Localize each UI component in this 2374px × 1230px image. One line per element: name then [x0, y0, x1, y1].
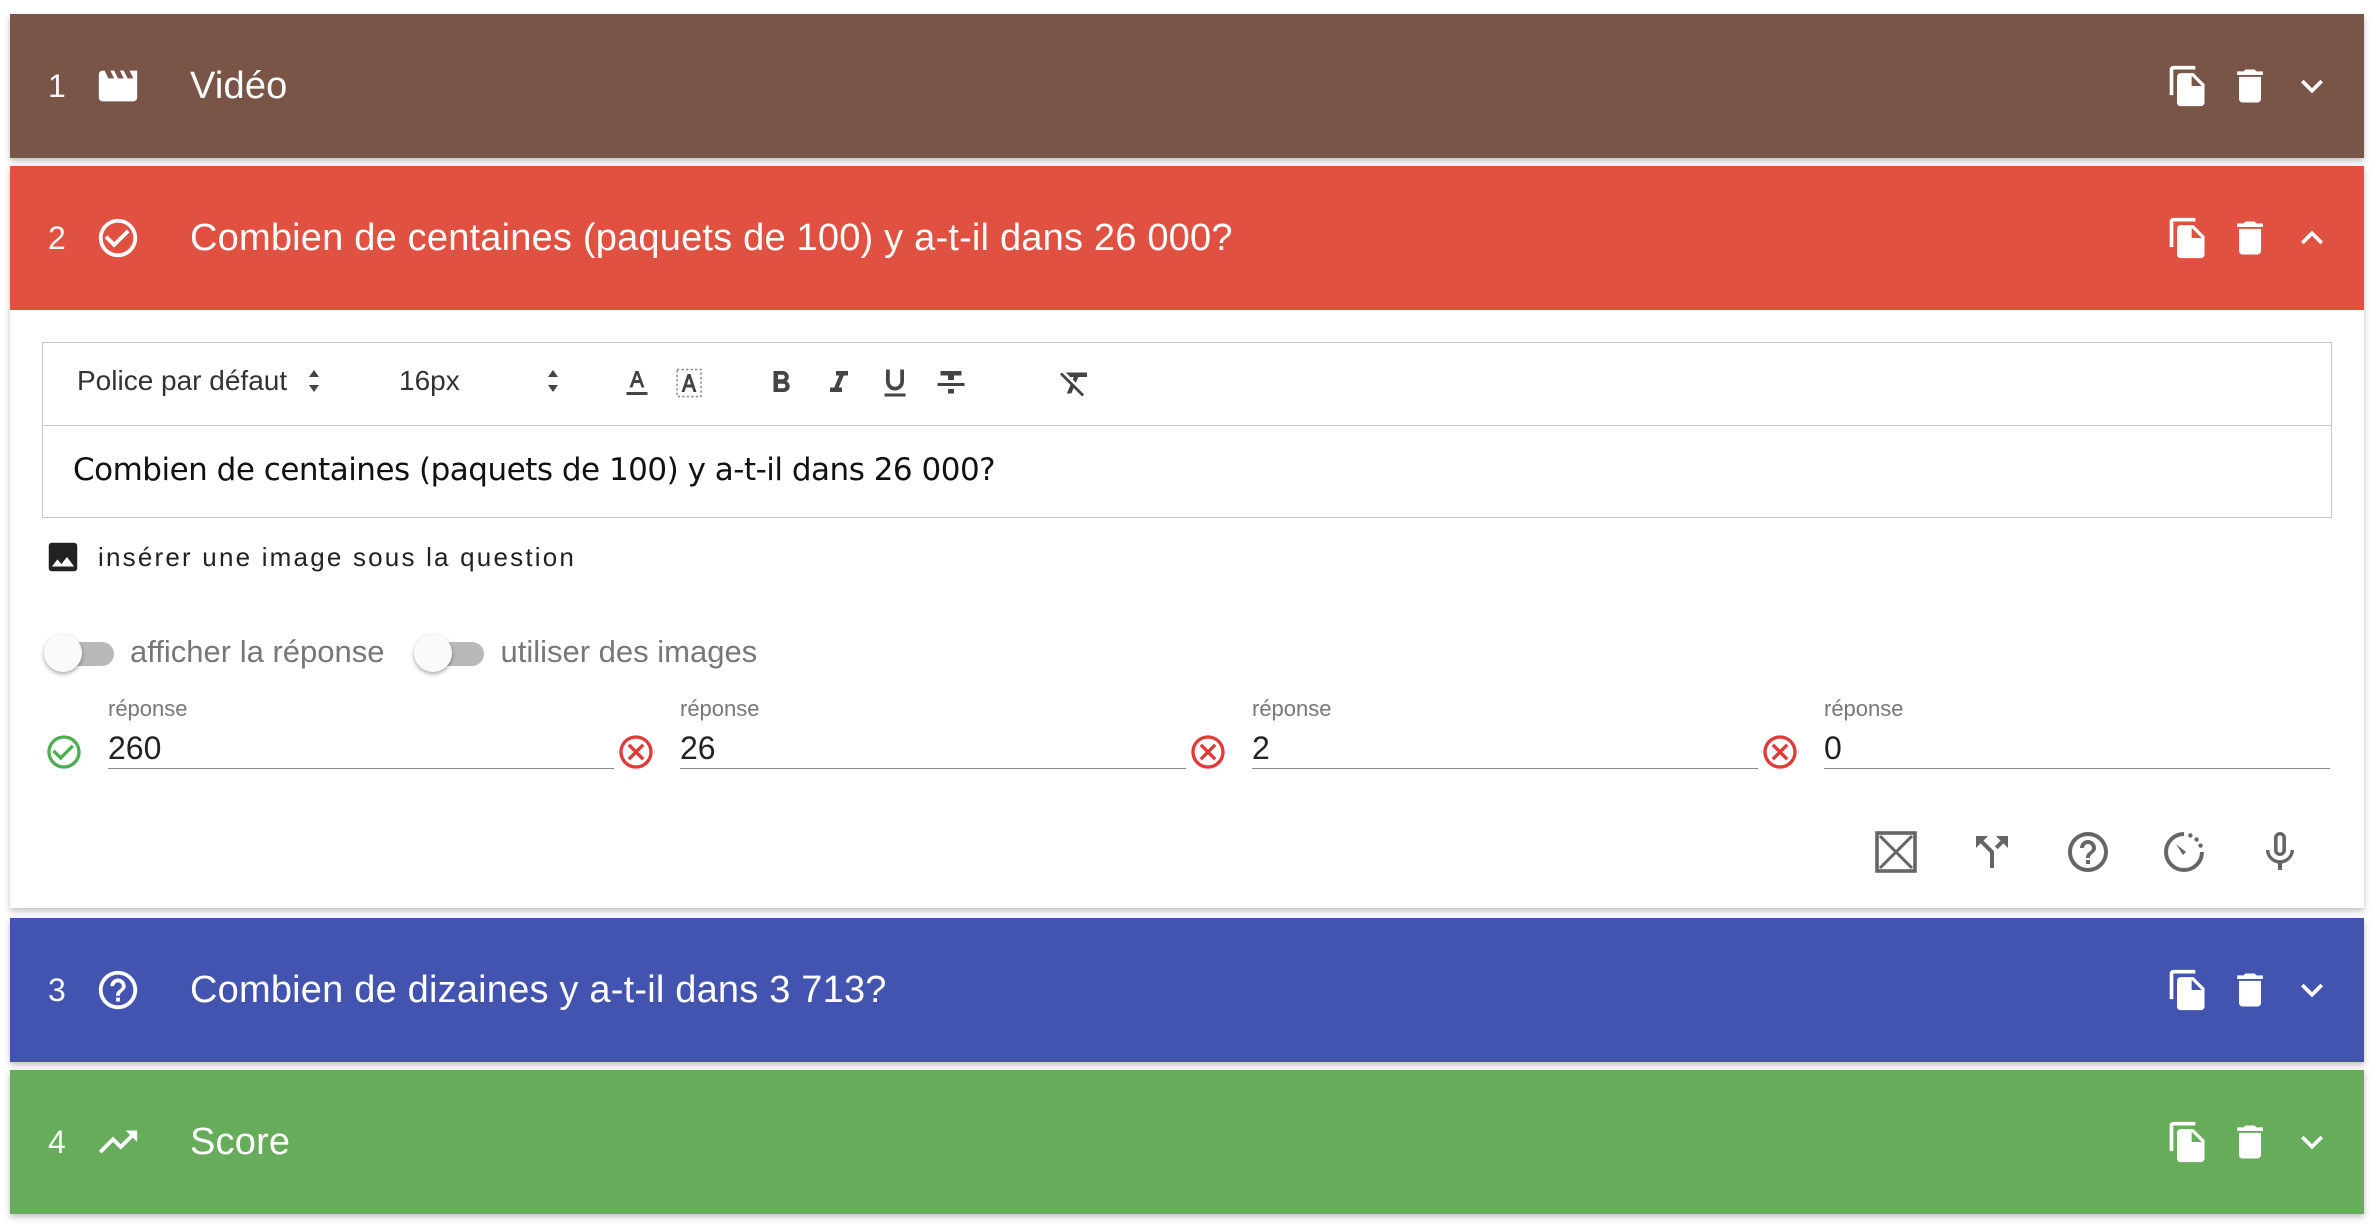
highlight-color-icon[interactable]: [669, 361, 709, 405]
use-images-label: utiliser des images: [500, 634, 758, 669]
step-number: 1: [48, 67, 66, 104]
answer-label: réponse: [1824, 696, 1904, 721]
clear-format-icon[interactable]: [1055, 361, 1095, 405]
cancel-circle-icon[interactable]: [616, 732, 656, 772]
cancel-circle-icon[interactable]: [1188, 732, 1228, 772]
insert-image-label: insérer une image sous la question: [98, 541, 577, 572]
branch-icon[interactable]: [1968, 828, 2016, 876]
select-caret-icon: [309, 370, 320, 392]
step-panel-score: 4 Score: [10, 1070, 2364, 1214]
chevron-down-icon[interactable]: [2290, 968, 2334, 1012]
strikethrough-icon[interactable]: [931, 361, 971, 405]
step-panel-question-3: 3 Combien de dizaines y a-t-il dans 3 71…: [10, 918, 2364, 1062]
answer-label: réponse: [108, 696, 188, 721]
panel-header[interactable]: 3 Combien de dizaines y a-t-il dans 3 71…: [10, 918, 2364, 1062]
chevron-down-icon[interactable]: [2290, 64, 2334, 108]
panel-title: Vidéo: [190, 64, 288, 107]
step-panel-question-2: 2 Combien de centaines (paquets de 100) …: [10, 166, 2364, 908]
insert-image-button[interactable]: insérer une image sous la question: [44, 538, 576, 576]
answer-label: réponse: [680, 696, 760, 721]
copy-icon[interactable]: [2166, 216, 2210, 260]
step-number: 2: [48, 219, 66, 256]
editor-content[interactable]: Combien de centaines (paquets de 100) y …: [43, 426, 2331, 514]
copy-icon[interactable]: [2166, 1120, 2210, 1164]
panel-header[interactable]: 2 Combien de centaines (paquets de 100) …: [10, 166, 2364, 310]
trash-icon[interactable]: [2228, 64, 2272, 108]
step-number: 4: [48, 1123, 66, 1160]
image-icon: [48, 542, 78, 572]
answer-field[interactable]: réponse 0: [1824, 688, 2330, 769]
microphone-icon[interactable]: [2256, 828, 2304, 876]
clapperboard-icon: [94, 62, 142, 110]
trash-icon[interactable]: [2228, 968, 2272, 1012]
help-circle-icon: [94, 966, 142, 1014]
trash-icon[interactable]: [2228, 216, 2272, 260]
copy-icon[interactable]: [2166, 968, 2210, 1012]
chevron-up-icon[interactable]: [2290, 216, 2334, 260]
answer-field[interactable]: réponse 2: [1252, 688, 1758, 769]
step-panel-video: 1 Vidéo: [10, 14, 2364, 158]
panel-title: Score: [190, 1120, 291, 1163]
panel-title: Combien de dizaines y a-t-il dans 3 713?: [190, 968, 887, 1011]
font-family-select[interactable]: Police par défaut: [77, 365, 321, 397]
step-number: 3: [48, 971, 66, 1008]
answer-field[interactable]: réponse 260: [108, 688, 614, 769]
answer-option: réponse 0: [1760, 688, 2332, 788]
copy-icon[interactable]: [2166, 64, 2210, 108]
show-answer-toggle[interactable]: [44, 632, 116, 672]
font-family-value: Police par défaut: [77, 365, 288, 396]
answer-option: réponse 260: [44, 688, 616, 788]
answer-value[interactable]: 2: [1252, 730, 1758, 767]
panel-title: Combien de centaines (paquets de 100) y …: [190, 216, 1233, 259]
select-caret-icon: [547, 370, 558, 392]
font-size-value: 16px: [399, 365, 460, 396]
answer-option: réponse 26: [616, 688, 1188, 788]
show-answer-label: afficher la réponse: [130, 634, 385, 669]
trending-up-icon: [94, 1118, 142, 1166]
answer-field[interactable]: réponse 26: [680, 688, 1186, 769]
check-circle-icon[interactable]: [44, 732, 84, 772]
italic-icon[interactable]: [819, 361, 859, 405]
underline-icon[interactable]: [875, 361, 915, 405]
text-color-icon[interactable]: [617, 361, 657, 405]
answer-value[interactable]: 0: [1824, 730, 2330, 767]
answer-option: réponse 2: [1188, 688, 1760, 788]
trash-icon[interactable]: [2228, 1120, 2272, 1164]
answer-value[interactable]: 260: [108, 730, 614, 767]
answer-label: réponse: [1252, 696, 1332, 721]
use-images-toggle[interactable]: [414, 632, 486, 672]
panel-header[interactable]: 4 Score: [10, 1070, 2364, 1214]
disable-box-icon[interactable]: [1872, 828, 1920, 876]
timer-icon[interactable]: [2160, 828, 2208, 876]
check-circle-icon: [94, 214, 142, 262]
editor-toolbar: Police par défaut 16px: [43, 343, 2331, 426]
help-circle-icon[interactable]: [2064, 828, 2112, 876]
chevron-down-icon[interactable]: [2290, 1120, 2334, 1164]
panel-header[interactable]: 1 Vidéo: [10, 14, 2364, 158]
bold-icon[interactable]: [761, 361, 801, 405]
font-size-select[interactable]: 16px: [399, 365, 560, 397]
rich-text-editor: Police par défaut 16px Combien de centai…: [42, 342, 2332, 518]
answer-value[interactable]: 26: [680, 730, 1186, 767]
cancel-circle-icon[interactable]: [1760, 732, 1800, 772]
